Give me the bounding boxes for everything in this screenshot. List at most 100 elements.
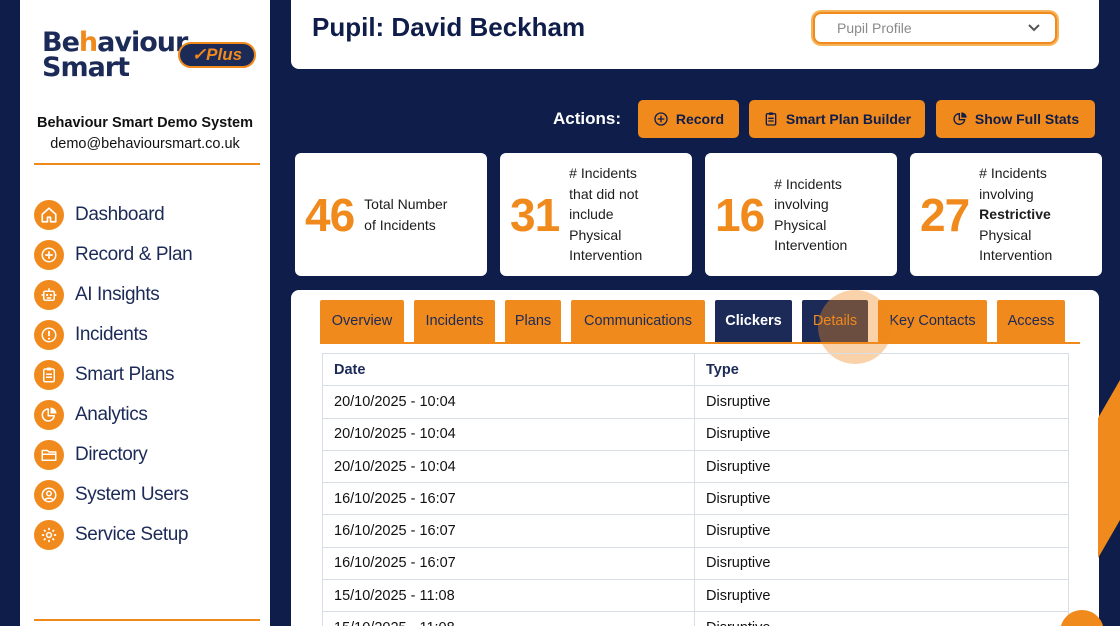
clickers-table: Date Type 20/10/2025 - 10:04 Disruptive 2… <box>322 352 1069 626</box>
stat-label: # Incidents involving Physical Intervention <box>774 175 848 254</box>
stat-label: Total Number of Incidents <box>364 196 448 233</box>
date-cell: 20/10/2025 - 10:04 <box>322 449 695 484</box>
stat-label: # Incidents that did not include Physical In… <box>569 165 643 264</box>
date-cell: 20/10/2025 - 10:04 <box>322 385 695 419</box>
sidebar-item-label: Dashboard <box>75 204 165 225</box>
column-header-date: Date <box>322 352 695 387</box>
tab-underline <box>320 342 1080 344</box>
sidebar-item-analytics[interactable]: Analytics <box>34 395 192 435</box>
sidebar-item-label: AI Insights <box>75 284 160 305</box>
type-cell: Disruptive <box>694 417 1069 451</box>
smart-plan-builder-button[interactable]: Smart Plan Builder <box>749 100 925 138</box>
sidebar-divider <box>34 619 260 621</box>
sidebar-item-record-plan[interactable]: Record & Plan <box>34 235 193 275</box>
table-row[interactable]: 16/10/2025 - 16:07 Disruptive <box>322 514 1069 548</box>
tab-plans[interactable]: Plans <box>505 300 561 342</box>
pupil-view-select[interactable]: Pupil Profile <box>813 12 1057 44</box>
date-cell: 15/10/2025 - 11:08 <box>322 579 695 613</box>
clipboard-icon <box>34 360 64 390</box>
stat-value: 27 <box>920 188 970 241</box>
type-cell: Disruptive <box>694 546 1069 581</box>
plus-badge: ✓Plus <box>178 42 256 68</box>
tab-overview[interactable]: Overview <box>320 300 404 342</box>
sidebar: Behaviour Smart ✓Plus Behaviour Smart De… <box>20 0 270 626</box>
gear-icon <box>34 520 64 550</box>
tab-bar: Overview Incidents Plans Communications … <box>320 290 1075 364</box>
sidebar-item-system-users[interactable]: System Users <box>34 475 192 515</box>
clipboard-icon <box>765 112 777 126</box>
sidebar-item-smart-plans[interactable]: Smart Plans <box>34 355 192 395</box>
table-row[interactable]: 20/10/2025 - 10:04 Disruptive <box>322 449 1069 484</box>
tab-details[interactable]: Details <box>802 300 868 342</box>
org-name: Behaviour Smart Demo System <box>37 115 253 131</box>
stat-value: 31 <box>510 188 560 241</box>
type-cell: Disruptive <box>694 449 1069 484</box>
sidebar-item-label: Service Setup <box>75 524 189 545</box>
sidebar-item-label: Analytics <box>75 404 148 425</box>
tab-clickers[interactable]: Clickers <box>715 300 792 342</box>
stat-card-restrictive-intervention: 27 # Incidents involving Restrictive Physic… <box>910 153 1102 276</box>
table-row[interactable]: 15/10/2025 - 11:08Disruptive <box>322 611 1069 626</box>
behaviour-smart-logo[interactable]: Behaviour Smart ✓Plus <box>42 27 262 86</box>
table-row[interactable]: 20/10/2025 - 10:04 Disruptive <box>322 417 1069 451</box>
sidebar-item-directory[interactable]: Directory <box>34 435 192 475</box>
logo-wordmark: Behaviour Smart <box>42 27 188 83</box>
tab-access[interactable]: Access <box>997 300 1065 342</box>
show-full-stats-label: Show Full Stats <box>974 111 1080 127</box>
home-icon <box>34 200 64 230</box>
pupil-details-panel: Overview Incidents Plans Communications … <box>291 290 1099 626</box>
record-button[interactable]: Record <box>638 100 739 138</box>
stat-value: 46 <box>305 188 355 241</box>
sidebar-item-label: Smart Plans <box>75 364 175 385</box>
sidebar-item-label: Record & Plan <box>75 244 193 265</box>
alert-icon <box>34 320 64 350</box>
table-header-row: Date Type <box>322 352 1069 387</box>
table-row[interactable]: 16/10/2025 - 16:07 Disruptive <box>322 482 1069 516</box>
tab-incidents[interactable]: Incidents <box>414 300 495 342</box>
type-cell: Disruptive <box>694 579 1069 613</box>
plus-circle-icon <box>654 112 668 126</box>
stat-card-total-incidents: 46 Total Number of Incidents <box>295 153 487 276</box>
date-cell: 20/10/2025 - 10:04 <box>322 417 695 451</box>
sidebar-item-label: Directory <box>75 444 148 465</box>
table-row[interactable]: 20/10/2025 - 10:04 Disruptive <box>322 385 1069 419</box>
stat-card-physical-intervention: 16 # Incidents involving Physical Intervent… <box>705 153 897 276</box>
record-button-label: Record <box>675 111 725 127</box>
org-email: demo@behavioursmart.co.uk <box>50 136 240 152</box>
type-cell: Disruptive <box>694 611 1069 626</box>
tab-communications[interactable]: Communications <box>571 300 705 342</box>
chevron-down-icon <box>1028 24 1040 32</box>
pupil-header: Pupil: David Beckham Pupil Profile <box>291 0 1099 69</box>
user-icon <box>34 480 64 510</box>
tab-key-contacts[interactable]: Key Contacts <box>878 300 987 342</box>
table-row[interactable]: 16/10/2025 - 16:07 Disruptive <box>322 546 1069 581</box>
stat-value: 16 <box>715 188 765 241</box>
type-cell: Disruptive <box>694 385 1069 419</box>
type-cell: Disruptive <box>694 482 1069 516</box>
sidebar-item-incidents[interactable]: Incidents <box>34 315 192 355</box>
sidebar-item-dashboard[interactable]: Dashboard <box>34 195 192 235</box>
smart-plan-builder-label: Smart Plan Builder <box>785 111 912 127</box>
actions-label: Actions: <box>553 109 621 128</box>
plus-circle-icon <box>34 240 64 270</box>
sidebar-item-label: System Users <box>75 484 189 505</box>
stat-card-no-physical-intervention: 31 # Incidents that did not include Physica… <box>500 153 692 276</box>
date-cell: 16/10/2025 - 16:07 <box>322 514 695 548</box>
sidebar-item-ai-insights[interactable]: AI Insights <box>34 275 192 315</box>
page-title: Pupil: David Beckham <box>312 12 586 42</box>
folder-icon <box>34 440 64 470</box>
show-full-stats-button[interactable]: Show Full Stats <box>936 100 1095 138</box>
pie-chart-icon <box>34 400 64 430</box>
sidebar-divider <box>34 163 260 165</box>
date-cell: 16/10/2025 - 16:07 <box>322 482 695 516</box>
decorative-stripe <box>1098 380 1120 559</box>
sidebar-item-label: Incidents <box>75 324 148 345</box>
column-header-type: Type <box>694 352 1069 387</box>
stat-label: # Incidents involving Restrictive Physical I… <box>979 165 1053 264</box>
sidebar-item-service-setup[interactable]: Service Setup <box>34 515 192 555</box>
date-cell: 16/10/2025 - 16:07 <box>322 546 695 581</box>
sidebar-nav: Dashboard Record & Plan AI Insights Inci… <box>34 195 193 555</box>
robot-icon <box>34 280 64 310</box>
type-cell: Disruptive <box>694 514 1069 548</box>
table-row[interactable]: 15/10/2025 - 11:08Disruptive <box>322 579 1069 613</box>
